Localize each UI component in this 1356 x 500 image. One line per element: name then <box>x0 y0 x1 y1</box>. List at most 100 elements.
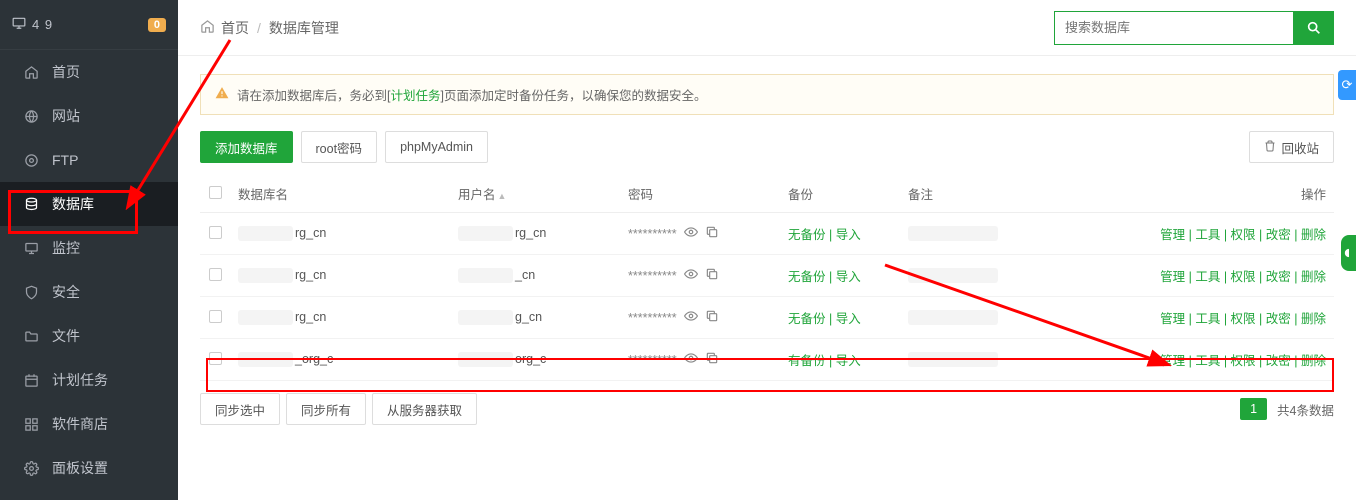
sidebar-item-shield[interactable]: 安全 <box>0 270 178 314</box>
database-table: 数据库名 用户名▲ 密码 备份 备注 操作 rg_cnrg_cn********… <box>200 175 1334 381</box>
search-input[interactable] <box>1054 11 1294 45</box>
home-icon[interactable] <box>200 19 215 37</box>
col-header-name[interactable]: 数据库名 <box>230 175 450 213</box>
op-separator: | <box>1291 270 1301 284</box>
fetch-server-button[interactable]: 从服务器获取 <box>372 393 477 425</box>
op-delete[interactable]: 删除 <box>1301 354 1326 368</box>
backup-link[interactable]: 无备份 <box>788 270 826 284</box>
import-link[interactable]: 导入 <box>836 270 861 284</box>
backup-link[interactable]: 有备份 <box>788 354 826 368</box>
op-tools[interactable]: 工具 <box>1195 312 1220 326</box>
sidebar-item-home[interactable]: 首页 <box>0 50 178 94</box>
op-changepass[interactable]: 改密 <box>1266 312 1291 326</box>
op-manage[interactable]: 管理 <box>1160 270 1185 284</box>
breadcrumb-bar: 首页 / 数据库管理 <box>178 0 1356 56</box>
notification-badge[interactable]: 0 <box>148 18 166 32</box>
sidebar-item-monitor[interactable]: 监控 <box>0 226 178 270</box>
select-all-checkbox[interactable] <box>209 186 222 199</box>
col-header-pass: 密码 <box>620 175 780 213</box>
col-header-op: 操作 <box>1040 175 1334 213</box>
eye-icon[interactable] <box>684 309 698 326</box>
db-name: rg_cn <box>295 310 326 324</box>
backup-link[interactable]: 无备份 <box>788 312 826 326</box>
row-checkbox[interactable] <box>209 226 222 239</box>
op-tools[interactable]: 工具 <box>1195 270 1220 284</box>
float-tab-blue[interactable]: ⟳ <box>1338 70 1356 100</box>
eye-icon[interactable] <box>684 351 698 368</box>
sidebar-item-globe[interactable]: 网站 <box>0 94 178 138</box>
sort-icon: ▲ <box>498 191 507 201</box>
remark-blur <box>908 226 998 241</box>
op-separator: | <box>826 270 836 284</box>
op-manage[interactable]: 管理 <box>1160 228 1185 242</box>
op-tools[interactable]: 工具 <box>1195 228 1220 242</box>
op-delete[interactable]: 删除 <box>1301 228 1326 242</box>
float-tab-green[interactable] <box>1341 235 1356 271</box>
page-number[interactable]: 1 <box>1240 398 1267 420</box>
search-button[interactable] <box>1294 11 1334 45</box>
breadcrumb-home[interactable]: 首页 <box>221 18 249 38</box>
row-checkbox[interactable] <box>209 310 222 323</box>
op-perm[interactable]: 权限 <box>1231 270 1256 284</box>
col-header-user[interactable]: 用户名▲ <box>450 175 620 213</box>
add-database-button[interactable]: 添加数据库 <box>200 131 293 163</box>
copy-icon[interactable] <box>705 267 719 284</box>
sync-selected-button[interactable]: 同步选中 <box>200 393 280 425</box>
sidebar-item-folder[interactable]: 文件 <box>0 314 178 358</box>
sidebar-item-label: 网站 <box>52 106 80 126</box>
search-wrap <box>1054 11 1334 45</box>
copy-icon[interactable] <box>705 351 719 368</box>
op-separator: | <box>826 228 836 242</box>
op-perm[interactable]: 权限 <box>1231 228 1256 242</box>
breadcrumb: 首页 / 数据库管理 <box>200 18 339 38</box>
op-manage[interactable]: 管理 <box>1160 312 1185 326</box>
op-perm[interactable]: 权限 <box>1231 354 1256 368</box>
row-checkbox[interactable] <box>209 352 222 365</box>
op-separator: | <box>1256 354 1266 368</box>
sidebar-item-label: 文件 <box>52 326 80 346</box>
op-delete[interactable]: 删除 <box>1301 312 1326 326</box>
db-user: g_cn <box>515 310 542 324</box>
sidebar-item-gear[interactable]: 面板设置 <box>0 446 178 490</box>
phpmyadmin-button[interactable]: phpMyAdmin <box>385 131 488 163</box>
eye-icon[interactable] <box>684 267 698 284</box>
import-link[interactable]: 导入 <box>836 228 861 242</box>
monitor-icon <box>22 241 40 256</box>
row-checkbox[interactable] <box>209 268 222 281</box>
folder-icon <box>22 329 40 344</box>
sidebar-item-db[interactable]: 数据库 <box>0 182 178 226</box>
remark-blur <box>908 268 998 283</box>
recycle-label: 回收站 <box>1281 138 1319 157</box>
eye-icon[interactable] <box>684 225 698 242</box>
op-manage[interactable]: 管理 <box>1160 354 1185 368</box>
backup-link[interactable]: 无备份 <box>788 228 826 242</box>
sidebar-item-label: 面板设置 <box>52 458 108 478</box>
sidebar-item-label: FTP <box>52 152 78 168</box>
op-changepass[interactable]: 改密 <box>1266 270 1291 284</box>
op-perm[interactable]: 权限 <box>1231 312 1256 326</box>
sidebar-item-calendar[interactable]: 计划任务 <box>0 358 178 402</box>
copy-icon[interactable] <box>705 309 719 326</box>
op-tools[interactable]: 工具 <box>1195 354 1220 368</box>
op-changepass[interactable]: 改密 <box>1266 228 1291 242</box>
op-delete[interactable]: 删除 <box>1301 270 1326 284</box>
server-ip: 4 9 <box>32 17 148 32</box>
import-link[interactable]: 导入 <box>836 312 861 326</box>
alert-link[interactable]: 计划任务 <box>390 85 440 104</box>
sidebar-header: 4 9 0 <box>0 0 178 50</box>
op-separator: | <box>1185 354 1195 368</box>
sidebar-item-label: 软件商店 <box>52 414 108 434</box>
import-link[interactable]: 导入 <box>836 354 861 368</box>
copy-icon[interactable] <box>705 225 719 242</box>
op-separator: | <box>1291 228 1301 242</box>
remark-blur <box>908 352 998 367</box>
root-password-button[interactable]: root密码 <box>301 131 378 163</box>
op-changepass[interactable]: 改密 <box>1266 354 1291 368</box>
main-panel: 首页 / 数据库管理 请在添加数据库后，务必到[计划任务]页面添加定时备份任务，… <box>178 0 1356 500</box>
sidebar-item-ftp[interactable]: FTP <box>0 138 178 182</box>
op-separator: | <box>1185 270 1195 284</box>
sync-all-button[interactable]: 同步所有 <box>286 393 366 425</box>
warning-icon <box>215 86 229 103</box>
recycle-bin-button[interactable]: 回收站 <box>1249 131 1334 163</box>
sidebar-item-grid[interactable]: 软件商店 <box>0 402 178 446</box>
